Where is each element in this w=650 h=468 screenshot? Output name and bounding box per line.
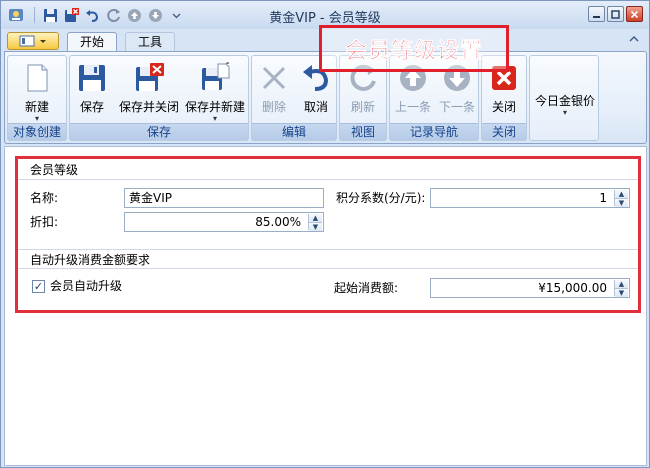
save-close-label: 保存并关闭 [118, 100, 179, 114]
floppy-close-icon [136, 63, 164, 91]
next-record-label: 下一条 [438, 100, 475, 114]
spin-up-icon[interactable]: ▲ [615, 190, 628, 198]
floppy-icon [79, 65, 105, 91]
chevron-down-icon [40, 40, 46, 43]
save-label: 保存 [79, 100, 104, 114]
save-button[interactable]: 保存 [74, 58, 110, 122]
save-new-label: 保存并新建 [184, 100, 245, 114]
group-label-create: 对象创建 [8, 123, 66, 140]
window-title: 黄金VIP - 会员等级 [269, 11, 381, 26]
discount-label: 折扣: [30, 215, 59, 229]
discount-spinner[interactable]: ▲ ▼ [308, 214, 322, 231]
points-ratio-input[interactable]: 1 ▲ ▼ [430, 188, 630, 208]
chevron-down-icon: ▾ [562, 108, 567, 117]
new-label: 新建 [24, 100, 49, 114]
new-document-icon [27, 64, 48, 92]
spin-up-icon[interactable]: ▲ [615, 280, 628, 288]
start-amount-value: ¥15,000.00 [538, 281, 607, 295]
group-label-nav: 记录导航 [390, 123, 478, 140]
title-callout: 会员等级设置 [319, 25, 509, 72]
group-label-edit: 编辑 [252, 123, 336, 140]
name-input[interactable]: 黄金VIP [124, 188, 324, 208]
app-menu-button[interactable] [7, 32, 59, 50]
spin-down-icon[interactable]: ▼ [615, 198, 628, 207]
group-label-view: 视图 [340, 123, 386, 140]
window-controls [588, 6, 643, 22]
start-amount-label: 起始消费额: [334, 281, 399, 295]
callout-text: 会员等级设置 [344, 39, 483, 65]
minimize-icon [593, 15, 600, 18]
section-auto-upgrade: 自动升级消费金额要求 [18, 249, 638, 269]
chevron-down-icon: ▾ [212, 114, 217, 123]
spin-up-icon[interactable]: ▲ [309, 214, 322, 222]
chevron-up-icon [629, 36, 639, 42]
points-ratio-value: 1 [599, 191, 607, 205]
menu-icon [19, 35, 35, 47]
start-amount-spinner[interactable]: ▲ ▼ [614, 280, 628, 297]
gold-price-label: 今日金银价 [534, 94, 595, 108]
content-area: 会员等级 名称: 黄金VIP 积分系数(分/元): 1 ▲ ▼ 折扣: 85.0… [4, 146, 647, 466]
save-close-button[interactable]: 保存并关闭 [116, 58, 182, 122]
discount-input[interactable]: 85.00% ▲ ▼ [124, 212, 324, 232]
spin-down-icon[interactable]: ▼ [309, 222, 322, 231]
close-icon [630, 10, 639, 18]
group-gold-price: 今日金银价 ▾ [529, 55, 599, 141]
close-record-label: 关闭 [491, 100, 516, 114]
group-label-close: 关闭 [482, 123, 526, 140]
auto-upgrade-checkbox[interactable]: ✓ [32, 280, 45, 293]
delete-label: 删除 [261, 100, 286, 114]
section-member-level: 会员等级 [18, 160, 638, 180]
delete-icon [262, 66, 286, 90]
name-label: 名称: [30, 191, 59, 205]
save-new-button[interactable]: 保存并新建 ▾ [184, 58, 246, 123]
group-label-save: 保存 [70, 123, 248, 140]
cancel-label: 取消 [303, 100, 328, 114]
minimize-button[interactable] [588, 6, 605, 22]
app-window: 黄金VIP - 会员等级 开始 工具 新建 ▾ 对象创建 保存 保存并关闭 保存… [0, 0, 650, 468]
highlight-frame: 会员等级 名称: 黄金VIP 积分系数(分/元): 1 ▲ ▼ 折扣: 85.0… [15, 156, 641, 313]
auto-upgrade-label: 会员自动升级 [50, 279, 123, 293]
start-amount-input[interactable]: ¥15,000.00 ▲ ▼ [430, 278, 630, 298]
delete-button[interactable]: 删除 [256, 58, 292, 122]
chevron-down-icon: ▾ [34, 114, 39, 123]
points-ratio-label: 积分系数(分/元): [336, 191, 426, 205]
tab-tools[interactable]: 工具 [125, 32, 176, 52]
ribbon-collapse-button[interactable] [629, 35, 639, 46]
points-ratio-spinner[interactable]: ▲ ▼ [614, 190, 628, 207]
close-window-button[interactable] [626, 6, 643, 22]
tab-home[interactable]: 开始 [67, 32, 118, 52]
spin-down-icon[interactable]: ▼ [615, 288, 628, 297]
maximize-icon [611, 9, 620, 19]
discount-value: 85.00% [255, 215, 301, 229]
maximize-button[interactable] [607, 6, 624, 22]
prev-record-label: 上一条 [394, 100, 431, 114]
new-button[interactable]: 新建 ▾ [14, 58, 60, 123]
floppy-new-icon [202, 62, 230, 90]
group-save: 保存 保存并关闭 保存并新建 ▾ 保存 [69, 55, 249, 141]
refresh-label: 刷新 [350, 100, 375, 114]
group-object-create: 新建 ▾ 对象创建 [7, 55, 67, 141]
